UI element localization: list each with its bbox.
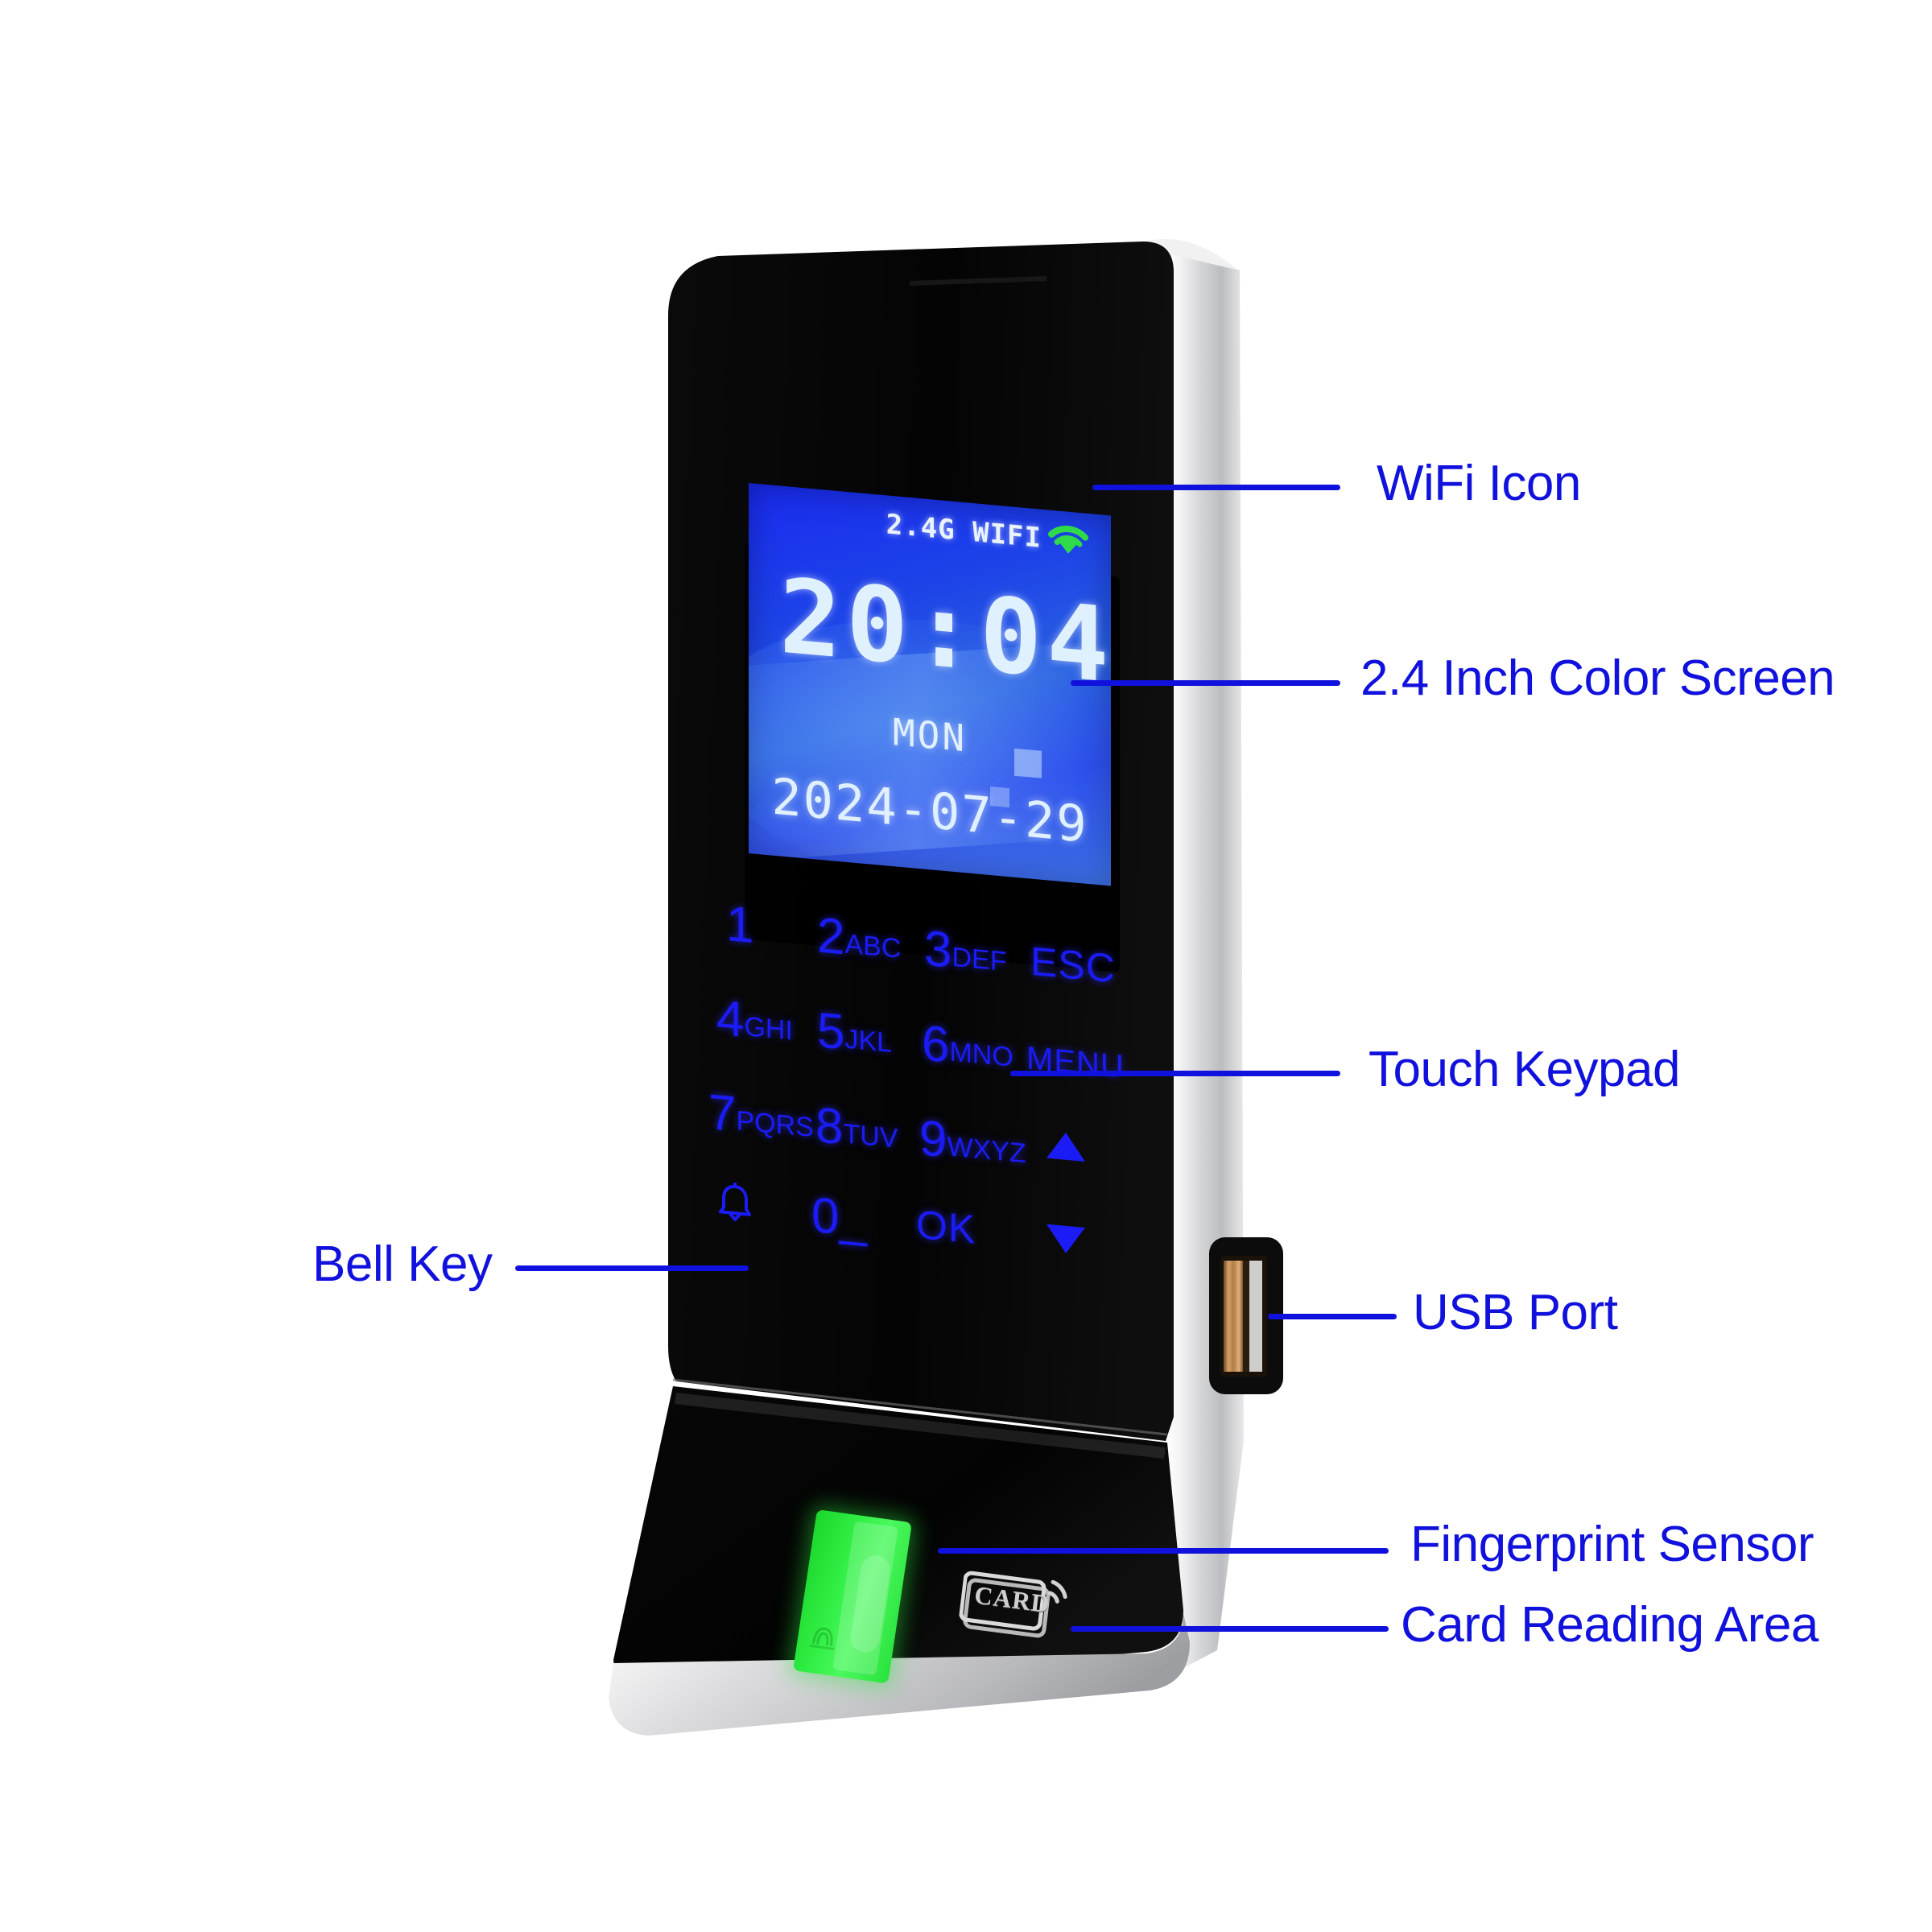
leader-card-area	[1071, 1626, 1389, 1632]
leader-wifi-icon	[1092, 485, 1340, 490]
key-0[interactable]: 0_	[811, 1187, 867, 1249]
key-2[interactable]: 2ABC	[817, 906, 901, 972]
touch-keypad[interactable]: 1 2ABC 3DEF ESC 4GHI 5JKL 6MNO MENU 7PQR…	[708, 894, 1159, 1386]
key-bell[interactable]	[715, 1176, 755, 1231]
lcd-color-screen: 2.4G WIFI 20:04 MON 2024-07-29	[749, 483, 1111, 886]
diagram-canvas: 2.4G WIFI 20:04 MON 2024-07-29 1 2ABC 3D…	[0, 0, 1932, 1932]
leader-fingerprint	[938, 1548, 1389, 1554]
callout-bell-key: Bell Key	[312, 1236, 493, 1292]
key-menu[interactable]: MENU	[1026, 1040, 1125, 1085]
fingerprint-sensor[interactable]	[793, 1509, 912, 1684]
leader-usb-port	[1268, 1314, 1397, 1319]
key-ok[interactable]: OK	[916, 1201, 976, 1253]
lcd-wifi-label: 2.4G WIFI	[886, 508, 1042, 555]
wifi-signal-icon	[1045, 516, 1092, 560]
leader-touch-keypad	[1010, 1071, 1340, 1076]
key-9[interactable]: 9WXYZ	[919, 1109, 1026, 1176]
callout-wifi-icon: WiFi Icon	[1377, 456, 1581, 511]
callout-color-screen: 2.4 Inch Color Screen	[1360, 650, 1835, 706]
key-down-arrow[interactable]	[1046, 1224, 1085, 1256]
fingerprint-glyph	[808, 1619, 840, 1652]
callout-usb-port: USB Port	[1413, 1285, 1618, 1340]
leader-bell-key	[515, 1265, 749, 1271]
key-7[interactable]: 7PQRS	[708, 1084, 814, 1150]
key-3[interactable]: 3DEF	[924, 920, 1006, 985]
leader-color-screen	[1071, 680, 1340, 686]
callout-touch-keypad: Touch Keypad	[1368, 1042, 1680, 1097]
key-8[interactable]: 8TUV	[815, 1096, 898, 1161]
key-4[interactable]: 4GHI	[716, 989, 793, 1054]
bell-icon	[719, 1182, 751, 1222]
card-reader-icon[interactable]: CARD	[956, 1558, 1079, 1653]
key-up-arrow[interactable]	[1046, 1130, 1085, 1162]
key-1[interactable]: 1	[726, 895, 753, 955]
key-6[interactable]: 6MNO	[922, 1014, 1013, 1080]
callout-card-area: Card Reading Area	[1401, 1597, 1818, 1653]
key-5[interactable]: 5JKL	[817, 1001, 892, 1066]
callout-fingerprint: Fingerprint Sensor	[1410, 1517, 1814, 1572]
key-esc[interactable]: ESC	[1030, 938, 1116, 993]
